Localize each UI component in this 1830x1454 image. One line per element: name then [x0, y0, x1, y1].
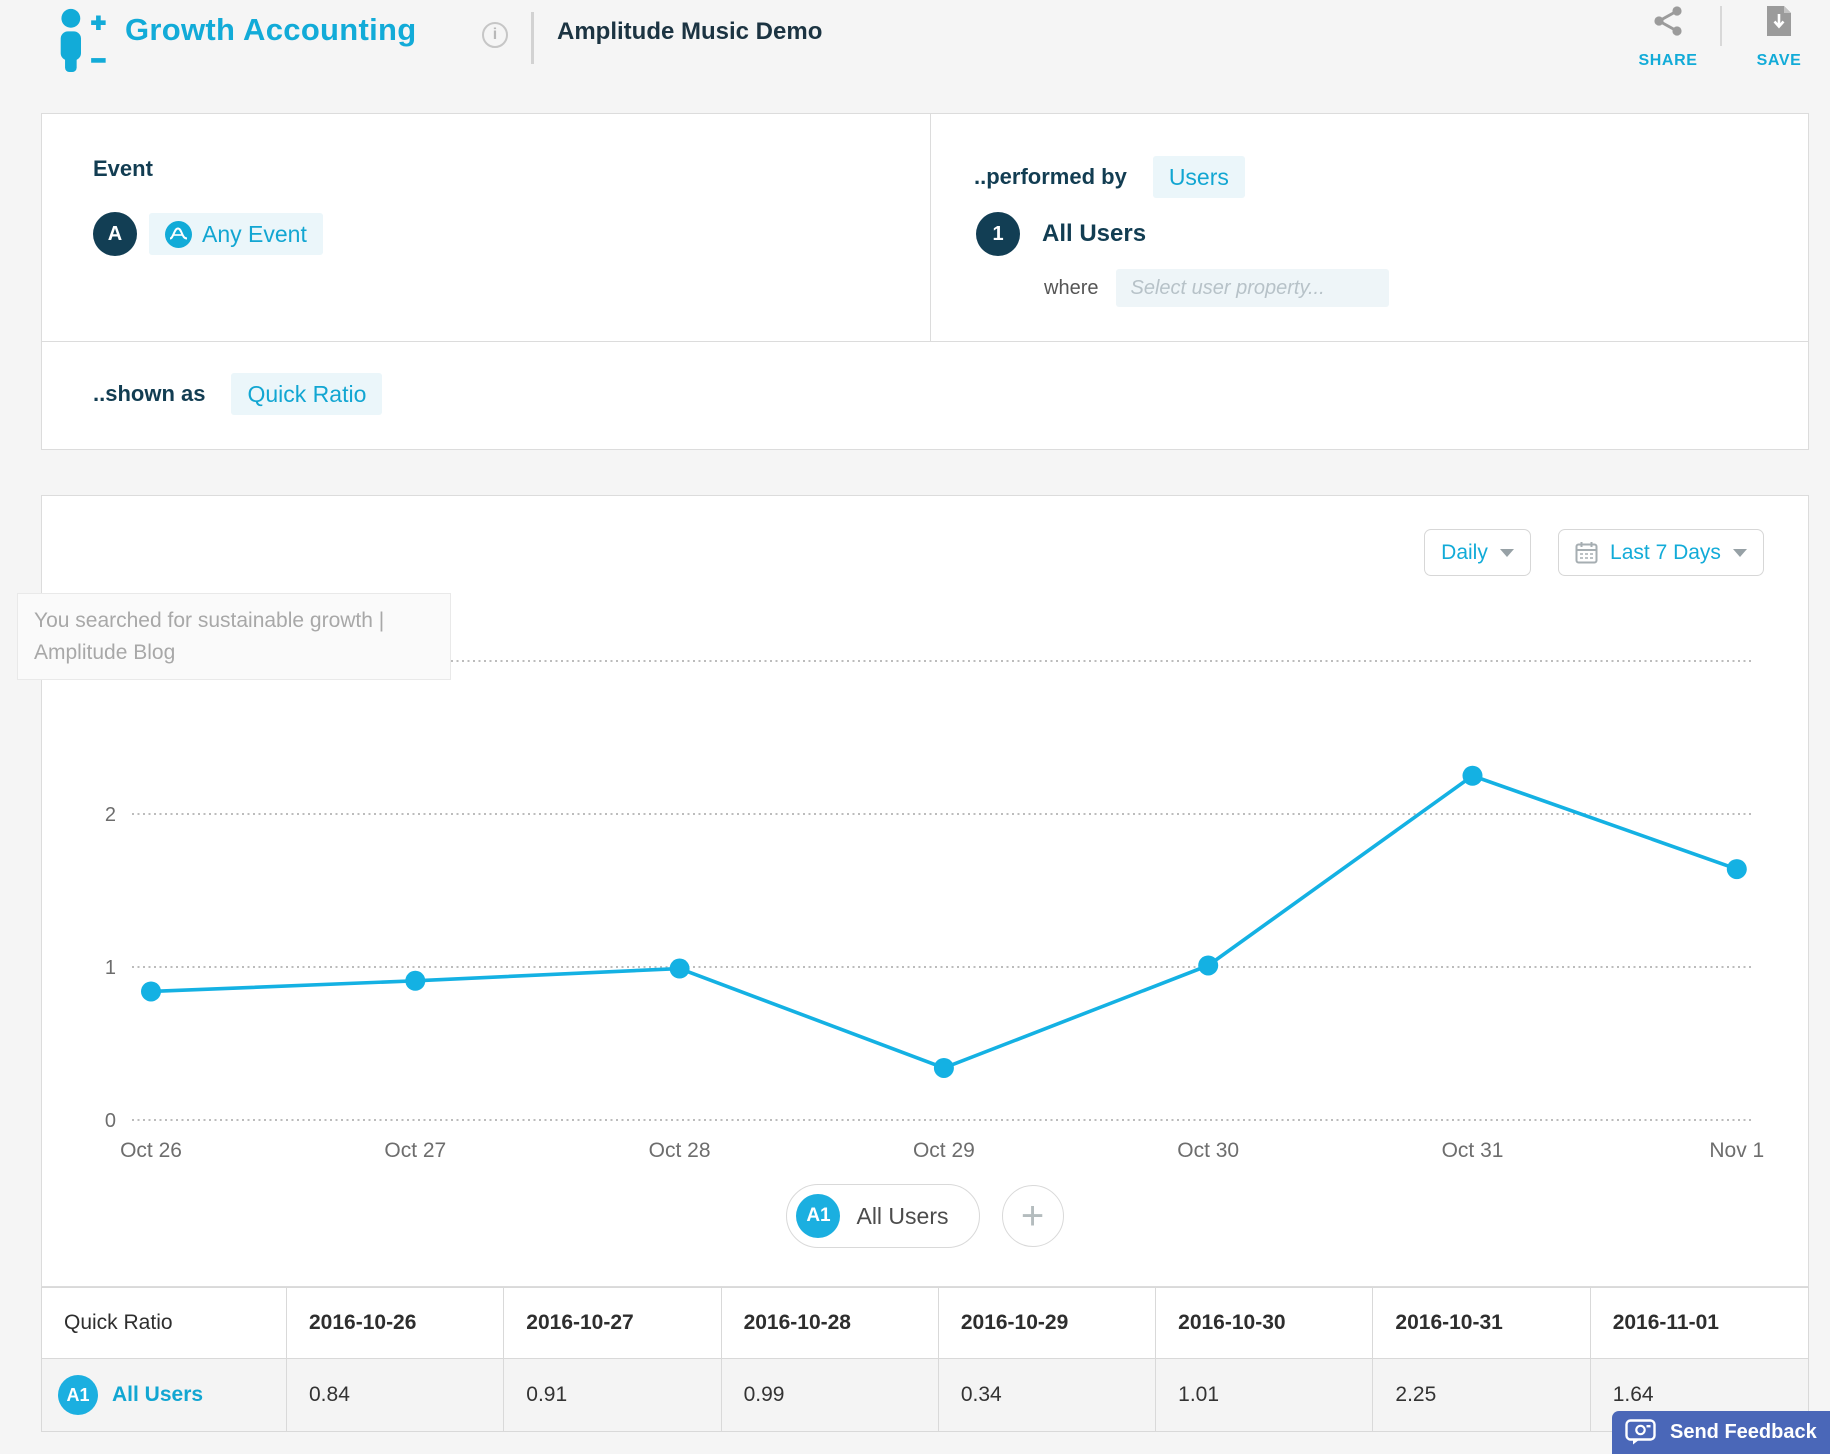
config-vertical-divider: [930, 114, 931, 341]
daterange-dropdown[interactable]: Last 7 Days: [1558, 529, 1764, 576]
legend-badge: A1: [796, 1194, 840, 1238]
calendar-icon: [1575, 541, 1598, 564]
amplitude-logo-icon: [165, 221, 192, 248]
x-axis-tick: Oct 26: [120, 1139, 182, 1162]
chevron-down-icon: [1733, 549, 1747, 557]
row-header-cell: Quick Ratio: [42, 1288, 287, 1358]
legend-pill[interactable]: A1 All Users: [786, 1184, 979, 1248]
value-cell: 0.91: [504, 1359, 721, 1431]
users-chip[interactable]: Users: [1153, 156, 1245, 198]
event-row: A Any Event: [93, 212, 323, 256]
performed-by-row: ..performed by Users: [974, 156, 1245, 198]
where-label: where: [1044, 277, 1098, 300]
query-config-panel: Event A Any Event ..performed by Users 1…: [41, 113, 1809, 450]
shown-as-row: ..shown as Quick Ratio: [93, 373, 382, 415]
interval-value: Daily: [1441, 541, 1488, 565]
page-title: Growth Accounting: [125, 12, 417, 48]
value-cell: 2.25: [1373, 1359, 1590, 1431]
date-column-header: 2016-10-31: [1373, 1288, 1590, 1358]
event-badge: A: [93, 212, 137, 256]
date-column-header: 2016-11-01: [1591, 1288, 1808, 1358]
data-point[interactable]: [405, 971, 425, 991]
table-data-row: A1 All Users 0.840.910.990.341.012.251.6…: [42, 1359, 1808, 1431]
quick-ratio-chart[interactable]: 0123Oct 26Oct 27Oct 28Oct 29Oct 30Oct 31…: [42, 601, 1808, 1179]
data-point[interactable]: [1463, 766, 1483, 786]
add-series-button[interactable]: +: [1002, 1185, 1064, 1247]
save-button[interactable]: SAVE: [1744, 4, 1814, 70]
date-column-header: 2016-10-27: [504, 1288, 721, 1358]
date-column-header: 2016-10-28: [722, 1288, 939, 1358]
search-tooltip: You searched for sustainable growth | Am…: [17, 593, 451, 680]
series-label-cell: A1 All Users: [42, 1359, 287, 1431]
y-axis-tick: 2: [105, 804, 116, 826]
daterange-value: Last 7 Days: [1610, 541, 1721, 565]
config-horizontal-divider: [42, 341, 1808, 342]
value-cell: 0.84: [287, 1359, 504, 1431]
share-button[interactable]: SHARE: [1630, 4, 1706, 70]
segment-badge: 1: [976, 212, 1020, 256]
legend-row: A1 All Users +: [42, 1184, 1808, 1248]
quick-ratio-line: [151, 776, 1737, 1068]
title-divider: [531, 12, 534, 64]
legend-label: All Users: [856, 1203, 948, 1230]
x-axis-tick: Oct 30: [1177, 1139, 1239, 1162]
value-cell: 0.99: [722, 1359, 939, 1431]
user-property-input[interactable]: Select user property...: [1116, 269, 1389, 307]
share-icon: [1651, 4, 1685, 43]
feedback-label: Send Feedback: [1670, 1421, 1817, 1444]
x-axis-tick: Oct 28: [649, 1139, 711, 1162]
segment-row: 1 All Users: [976, 212, 1146, 256]
chevron-down-icon: [1500, 549, 1514, 557]
interval-dropdown[interactable]: Daily: [1424, 529, 1531, 576]
series-name[interactable]: All Users: [112, 1383, 203, 1407]
value-cell: 1.01: [1156, 1359, 1373, 1431]
info-icon[interactable]: i: [482, 22, 508, 48]
save-label: SAVE: [1757, 52, 1802, 70]
event-heading-row: Event: [93, 156, 153, 182]
save-icon: [1765, 4, 1793, 43]
x-axis-tick: Oct 31: [1442, 1139, 1504, 1162]
quick-ratio-chip[interactable]: Quick Ratio: [231, 373, 382, 415]
feedback-camera-icon: [1625, 1419, 1658, 1446]
table-header-row: Quick Ratio 2016-10-262016-10-272016-10-…: [42, 1288, 1808, 1359]
project-name: Amplitude Music Demo: [557, 18, 822, 46]
y-axis-tick: 0: [105, 1110, 116, 1132]
value-cell: 0.34: [939, 1359, 1156, 1431]
share-label: SHARE: [1638, 52, 1697, 70]
plus-icon: +: [1021, 1196, 1044, 1236]
date-column-header: 2016-10-29: [939, 1288, 1156, 1358]
data-point[interactable]: [934, 1058, 954, 1078]
event-heading: Event: [93, 156, 153, 182]
series-badge: A1: [58, 1375, 98, 1415]
where-row: where Select user property...: [1044, 269, 1389, 307]
y-axis-tick: 1: [105, 957, 116, 979]
data-point[interactable]: [141, 981, 161, 1001]
date-column-header: 2016-10-26: [287, 1288, 504, 1358]
any-event-chip[interactable]: Any Event: [149, 213, 323, 255]
data-point[interactable]: [1198, 955, 1218, 975]
segment-name: All Users: [1042, 220, 1146, 248]
send-feedback-button[interactable]: Send Feedback: [1612, 1411, 1830, 1454]
date-column-header: 2016-10-30: [1156, 1288, 1373, 1358]
x-axis-tick: Oct 29: [913, 1139, 975, 1162]
data-point[interactable]: [670, 959, 690, 979]
growth-accounting-logo-icon: [52, 8, 110, 83]
results-table: Quick Ratio 2016-10-262016-10-272016-10-…: [41, 1287, 1809, 1432]
any-event-label: Any Event: [202, 221, 307, 248]
x-axis-tick: Oct 27: [384, 1139, 446, 1162]
shown-as-heading: ..shown as: [93, 381, 205, 407]
x-axis-tick: Nov 1: [1709, 1139, 1764, 1162]
header-divider: [1720, 6, 1722, 46]
data-point[interactable]: [1727, 859, 1747, 879]
performed-by-heading: ..performed by: [974, 164, 1127, 190]
